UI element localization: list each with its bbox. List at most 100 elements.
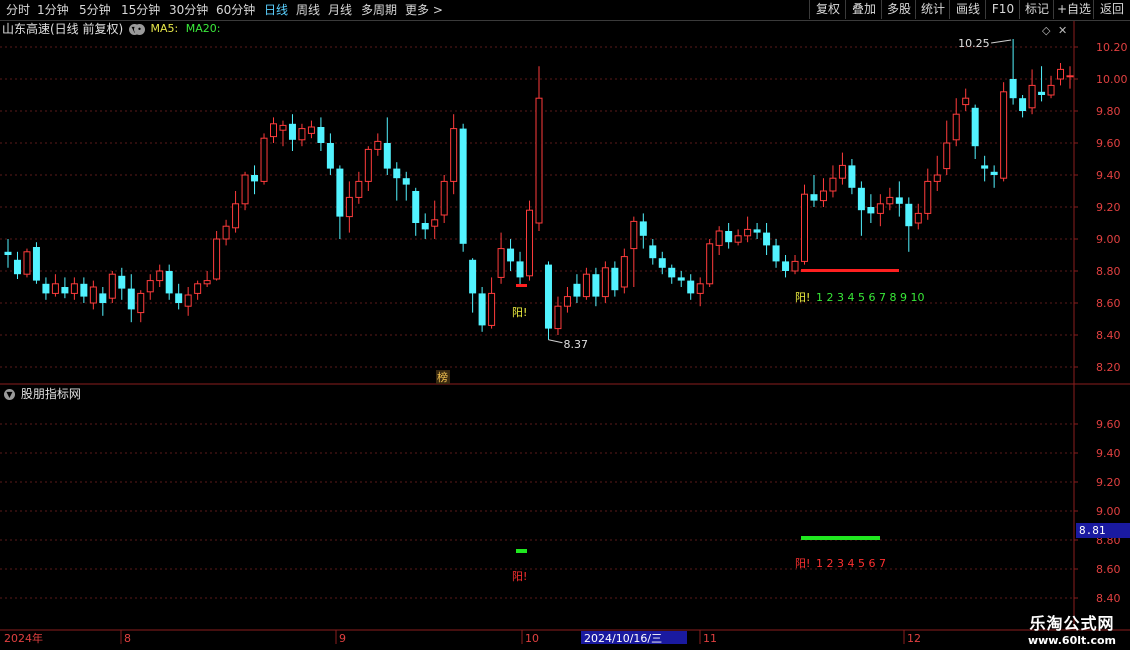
candle-body-up (156, 270, 164, 282)
candle-body-down (895, 197, 903, 204)
draw-line-button[interactable]: 画线 (949, 0, 986, 19)
period-tab-multi[interactable]: 多周期 (361, 0, 397, 20)
candle-body-up (222, 225, 230, 240)
close-icon: ✕ (1058, 24, 1067, 37)
candle-body-up (933, 174, 941, 182)
candle-body-up (450, 128, 458, 182)
candle-body-up (108, 273, 116, 299)
period-tab-1min[interactable]: 1分钟 (37, 0, 69, 20)
candle-body-up (298, 128, 306, 141)
signal-bar-short (516, 284, 527, 287)
candle-body-up (819, 190, 827, 202)
candle-body-down (810, 194, 818, 201)
y-tick-label: 9.60 (1096, 137, 1121, 150)
candle-body-up (488, 292, 496, 326)
indicator-current-value: 8.81 (1076, 523, 1130, 538)
ma-legend: • MA5: MA20: (132, 21, 220, 37)
candle-body-up (535, 97, 543, 224)
month-label: 11 (703, 632, 717, 645)
candle-body-down (383, 143, 391, 169)
indicator-y-tick-label: 9.00 (1096, 505, 1121, 518)
candle-body-up (744, 228, 752, 237)
settings-circle-icon[interactable]: • (134, 23, 145, 35)
back-button[interactable]: 返回 (1093, 0, 1130, 19)
multi-stock-button[interactable]: 多股 (881, 0, 916, 19)
high-price-label: 10.25 (958, 37, 990, 50)
candle-body-up (279, 124, 287, 131)
overlay-button[interactable]: 叠加 (845, 0, 882, 19)
candle-body-down (1038, 91, 1046, 95)
main-panel-title: 山东高速(日线 前复权) ▼ (2, 21, 142, 37)
ma20-label: MA20: (185, 22, 221, 35)
period-tab-weekly[interactable]: 周线 (296, 0, 320, 20)
period-tab-5min[interactable]: 5分钟 (79, 0, 111, 20)
candle-body-down (127, 288, 135, 310)
candle-body-up (601, 267, 609, 298)
candle-body-down (13, 259, 21, 275)
rank-marker: 榜 (437, 370, 448, 384)
candle-body-down (61, 287, 69, 294)
candle-body-up (696, 283, 704, 294)
y-tick-label: 10.00 (1096, 73, 1128, 86)
candle-body-down (763, 232, 771, 246)
candle-body-up (630, 220, 638, 250)
y-tick-label: 8.60 (1096, 297, 1121, 310)
candle-body-up (1047, 84, 1055, 96)
candle-body-down (1019, 98, 1027, 111)
adjust-button[interactable]: 复权 (809, 0, 846, 19)
mark-button[interactable]: 标记 (1019, 0, 1054, 19)
candle-body-down (478, 293, 486, 326)
candle-body-up (952, 113, 960, 141)
candle-body-down (469, 259, 477, 294)
candle-body-up (886, 196, 894, 205)
candle-body-up (89, 286, 97, 304)
f10-button[interactable]: F10 (985, 0, 1020, 19)
candle-body-down (905, 203, 913, 227)
period-tab-monthly[interactable]: 月线 (328, 0, 352, 20)
candle-body-down (165, 271, 173, 294)
candle-body-up (497, 248, 505, 278)
statistics-button[interactable]: 统计 (915, 0, 950, 19)
period-tab-timeshare[interactable]: 分时 (6, 0, 30, 20)
candle-body-up (232, 203, 240, 229)
candle-body-up (620, 256, 628, 288)
candle-body-down (639, 221, 647, 236)
candle-body-up (924, 180, 932, 214)
candle-body-down (725, 231, 733, 243)
add-watchlist-button[interactable]: +自选 (1053, 0, 1094, 19)
candle-body-up (137, 292, 145, 314)
month-label: 12 (907, 632, 921, 645)
indicator-name[interactable]: 股朋指标网 (21, 387, 81, 401)
candle-body-down (251, 175, 259, 182)
candle-body-up (1066, 75, 1074, 78)
indicator-panel-title: ▼ 股朋指标网 (2, 386, 81, 402)
chevron-down-icon[interactable]: ▼ (4, 389, 15, 400)
candle-body-up (715, 230, 723, 246)
candle-body-down (848, 165, 856, 188)
candle-body-down (649, 245, 657, 259)
period-tab-daily[interactable]: 日线 (264, 0, 288, 20)
candle-body-down (118, 275, 126, 289)
candle-body-down (317, 127, 325, 143)
candle-body-up (801, 193, 808, 262)
y-tick-label: 9.00 (1096, 233, 1121, 246)
y-tick-label: 8.40 (1096, 329, 1121, 342)
candle-body-down (393, 168, 401, 179)
candle-body-up (70, 283, 78, 294)
y-tick-label: 10.20 (1096, 41, 1128, 54)
month-label: 10 (525, 632, 539, 645)
period-tab-30min[interactable]: 30分钟 (169, 0, 208, 20)
candle-body-down (971, 107, 979, 147)
period-tab-more[interactable]: 更多 > (405, 0, 443, 20)
candle-body-down (544, 264, 552, 329)
signal-count: 1 2 3 4 5 6 7 8 9 10 (816, 291, 924, 304)
kline-chart[interactable]: 10.20 10.00 9.80 9.60 9.40 9.20 9.00 8.80 8.60 8.… (0, 0, 1130, 650)
year-label: 2024年 (4, 631, 43, 645)
period-tab-15min[interactable]: 15分钟 (121, 0, 160, 20)
candle-body-down (402, 178, 410, 185)
signal-label: 阳! (512, 306, 527, 319)
stock-title: 山东高速(日线 前复权) (2, 22, 124, 36)
period-tab-60min[interactable]: 60分钟 (216, 0, 255, 20)
candle-body-down (687, 280, 695, 294)
candle-body-up (440, 180, 448, 216)
